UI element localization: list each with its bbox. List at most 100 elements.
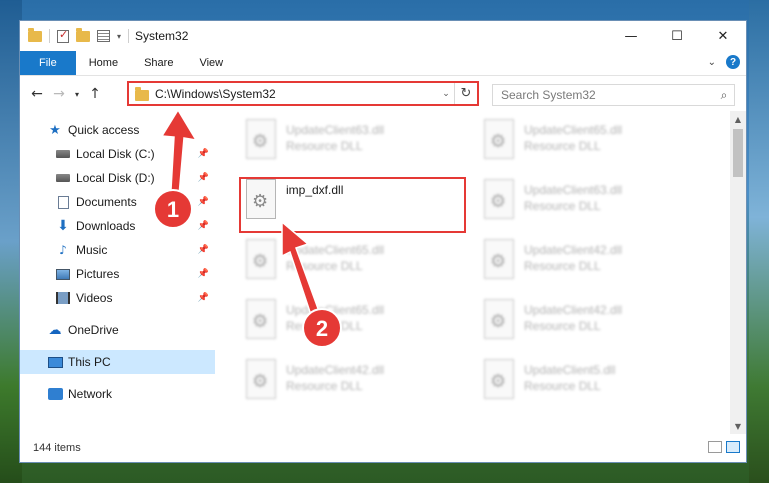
- help-icon[interactable]: ?: [726, 55, 740, 69]
- ribbon-right-controls: ⌄ ?: [708, 55, 740, 69]
- file-name: UpdateClient65.dll: [286, 243, 385, 257]
- close-button[interactable]: ✕: [700, 21, 746, 51]
- up-arrow-icon[interactable]: ↑: [84, 86, 106, 102]
- ribbon-tabs: File Home Share View ⌄ ?: [20, 51, 746, 76]
- file-list: ⚙ UpdateClient63.dll Resource DLL ⚙ Updat…: [215, 111, 746, 434]
- vertical-scrollbar[interactable]: ▲ ▼: [730, 111, 746, 434]
- sidebar-item-label: This PC: [68, 355, 111, 369]
- toolbar-divider: [49, 29, 50, 43]
- file-tile[interactable]: ⚙ UpdateClient42.dll Resource DLL: [242, 359, 462, 413]
- file-name: UpdateClient65.dll: [524, 123, 623, 137]
- sidebar-item-label: Quick access: [68, 123, 140, 137]
- file-tile[interactable]: ⚙ UpdateClient5.dll Resource DLL: [480, 359, 700, 413]
- file-name: UpdateClient5.dll: [524, 363, 616, 377]
- file-description: Resource DLL: [286, 319, 363, 333]
- sidebar-item-this-pc[interactable]: This PC: [20, 350, 215, 374]
- toolbar-dropdown-icon[interactable]: ▾: [117, 32, 121, 41]
- status-bar: 144 items: [20, 434, 746, 462]
- file-description: Resource DLL: [524, 319, 601, 333]
- file-tile[interactable]: ⚙ UpdateClient65.dll Resource DLL: [242, 239, 462, 293]
- sidebar-item-label: Network: [68, 387, 113, 401]
- tab-share[interactable]: Share: [131, 51, 186, 75]
- this-pc-icon: [47, 355, 63, 369]
- main-content: ★ Quick access Local Disk (C:) 📌 Local D…: [20, 111, 746, 434]
- file-name: UpdateClient42.dll: [286, 363, 385, 377]
- dll-file-icon: ⚙: [242, 239, 276, 283]
- forward-arrow-icon[interactable]: →: [48, 86, 70, 102]
- sidebar-item-music[interactable]: ♪ Music 📌: [20, 238, 215, 262]
- file-tile[interactable]: ⚙ UpdateClient63.dll Resource DLL: [480, 179, 700, 233]
- dll-file-icon: ⚙: [242, 359, 276, 403]
- tab-home[interactable]: Home: [76, 51, 131, 75]
- back-arrow-icon[interactable]: ←: [26, 86, 48, 102]
- sidebar-item-label: Local Disk (C:): [76, 147, 155, 161]
- star-icon: ★: [49, 122, 61, 138]
- file-name: UpdateClient42.dll: [524, 303, 623, 317]
- sidebar-item-label: Videos: [76, 291, 113, 305]
- sidebar-item-videos[interactable]: Videos 📌: [20, 286, 215, 310]
- tab-view[interactable]: View: [186, 51, 236, 75]
- expand-ribbon-chevron-icon[interactable]: ⌄: [708, 57, 716, 68]
- dll-file-icon: ⚙: [480, 119, 514, 163]
- sidebar-item-local-disk-d[interactable]: Local Disk (D:) 📌: [20, 166, 215, 190]
- sidebar-item-downloads[interactable]: ⬇ Downloads 📌: [20, 214, 215, 238]
- properties-check-icon[interactable]: [57, 28, 69, 43]
- details-view-icon[interactable]: [708, 441, 722, 453]
- scrollbar-thumb[interactable]: [733, 129, 743, 177]
- sidebar-item-label: Pictures: [76, 267, 120, 281]
- dll-file-icon: ⚙: [242, 119, 276, 163]
- explorer-window: ▾ System32 — ☐ ✕ File Home Share View ⌄ …: [19, 20, 747, 463]
- folder-icon: [28, 27, 42, 42]
- file-description: Resource DLL: [524, 379, 601, 393]
- customize-toolbar-icon[interactable]: [97, 30, 110, 42]
- file-tile[interactable]: ⚙ UpdateClient42.dll Resource DLL: [480, 299, 700, 353]
- onedrive-icon: ☁: [48, 322, 62, 338]
- downloads-icon: ⬇: [57, 218, 69, 234]
- file-description: Resource DLL: [286, 379, 363, 393]
- address-dropdown-icon[interactable]: ⌄: [438, 89, 454, 99]
- file-description: Resource DLL: [524, 139, 601, 153]
- sidebar-item-label: OneDrive: [68, 323, 119, 337]
- file-name: UpdateClient42.dll: [524, 243, 623, 257]
- sidebar-item-label: Local Disk (D:): [76, 171, 155, 185]
- window-controls: — ☐ ✕: [608, 21, 746, 51]
- file-tile[interactable]: ⚙ UpdateClient65.dll Resource DLL: [480, 119, 700, 173]
- file-description: Resource DLL: [524, 259, 601, 273]
- sidebar-item-network[interactable]: Network: [20, 382, 215, 406]
- file-name: UpdateClient63.dll: [286, 123, 385, 137]
- file-tile[interactable]: ⚙ UpdateClient63.dll Resource DLL: [242, 119, 462, 173]
- dll-file-icon: ⚙: [480, 239, 514, 283]
- item-count: 144 items: [33, 442, 81, 454]
- sidebar-item-documents[interactable]: Documents 📌: [20, 190, 215, 214]
- file-description: Resource DLL: [286, 259, 363, 273]
- refresh-icon[interactable]: ↻: [454, 83, 477, 104]
- scroll-down-icon[interactable]: ▼: [730, 418, 746, 434]
- file-tile[interactable]: ⚙ UpdateClient42.dll Resource DLL: [480, 239, 700, 293]
- folder-icon: [135, 86, 149, 101]
- new-folder-icon[interactable]: [76, 27, 90, 42]
- file-tile[interactable]: ⚙ UpdateClient65.dll Resource DLL: [242, 299, 462, 353]
- scroll-up-icon[interactable]: ▲: [730, 111, 746, 127]
- dll-file-icon: ⚙: [242, 299, 276, 343]
- sidebar-item-pictures[interactable]: Pictures 📌: [20, 262, 215, 286]
- tiles-view-icon[interactable]: [726, 441, 740, 453]
- maximize-button[interactable]: ☐: [654, 21, 700, 51]
- sidebar-item-local-disk-c[interactable]: Local Disk (C:) 📌: [20, 142, 215, 166]
- file-name: UpdateClient65.dll: [286, 303, 385, 317]
- sidebar-item-onedrive[interactable]: ☁ OneDrive: [20, 318, 215, 342]
- file-description: Resource DLL: [524, 199, 601, 213]
- search-icon[interactable]: ⌕: [714, 88, 734, 103]
- sidebar-item-quick-access[interactable]: ★ Quick access: [20, 118, 215, 142]
- search-input[interactable]: [493, 87, 714, 103]
- view-toggle: [708, 441, 740, 453]
- minimize-button[interactable]: —: [608, 21, 654, 51]
- address-path[interactable]: C:\Windows\System32: [155, 87, 438, 101]
- search-box[interactable]: ⌕: [492, 84, 735, 106]
- dll-file-icon: ⚙: [480, 359, 514, 403]
- pin-icon: 📌: [197, 149, 209, 159]
- dll-file-icon: ⚙: [480, 179, 514, 223]
- recent-locations-chevron-icon[interactable]: ▾: [70, 90, 84, 99]
- disk-icon: [55, 147, 71, 161]
- tab-file[interactable]: File: [20, 51, 76, 75]
- address-bar[interactable]: C:\Windows\System32 ⌄ ↻: [127, 81, 479, 106]
